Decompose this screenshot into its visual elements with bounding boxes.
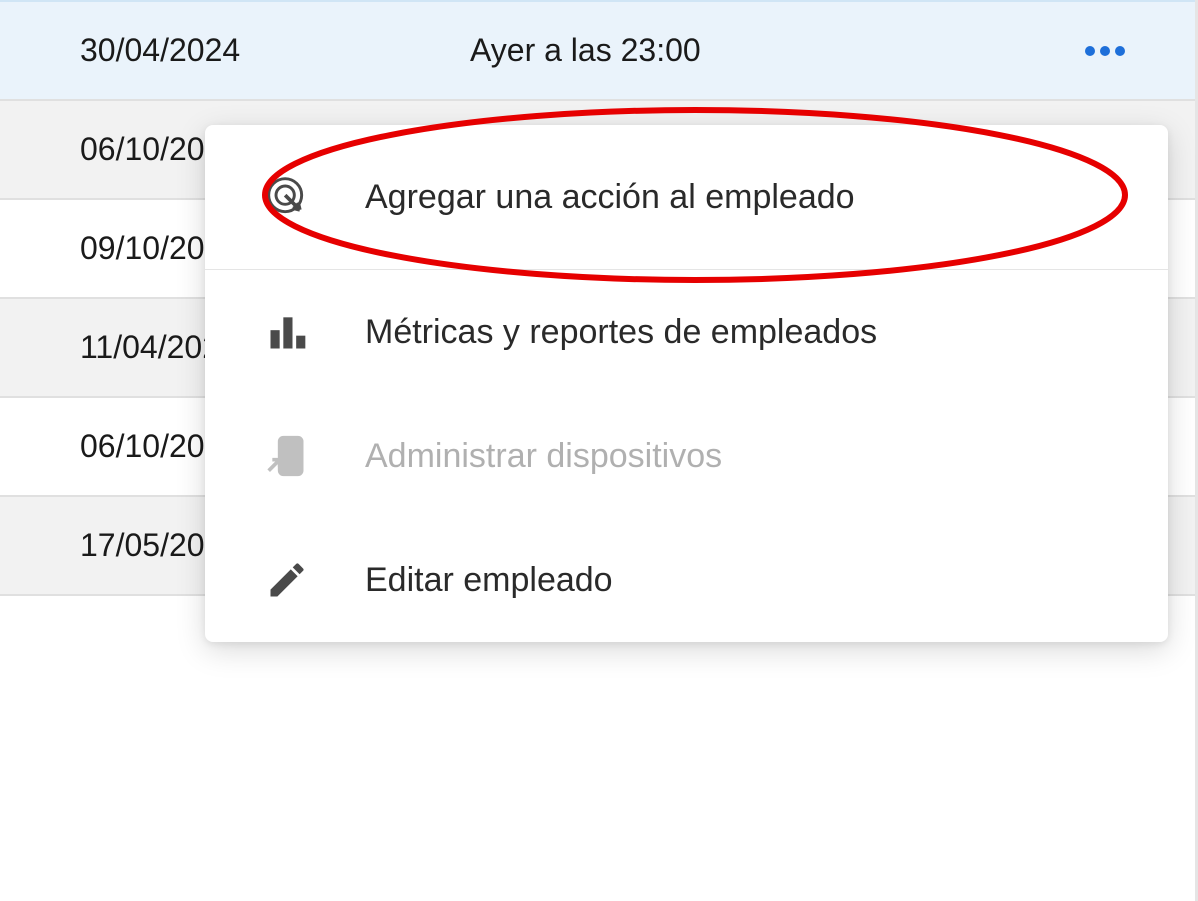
- bar-chart-icon: [265, 310, 325, 354]
- menu-item-edit-employee[interactable]: Editar empleado: [205, 518, 1168, 642]
- menu-item-label: Métricas y reportes de empleados: [365, 313, 877, 352]
- menu-item-label: Editar empleado: [365, 561, 613, 600]
- pencil-icon: [265, 558, 325, 602]
- time-cell: Ayer a las 23:00: [470, 32, 1055, 69]
- row-actions-button[interactable]: [1055, 46, 1155, 56]
- more-icon: [1085, 46, 1125, 56]
- date-cell: 30/04/2024: [80, 32, 470, 69]
- menu-item-manage-devices: Administrar dispositivos: [205, 394, 1168, 518]
- menu-item-metrics[interactable]: Métricas y reportes de empleados: [205, 270, 1168, 394]
- menu-item-label: Administrar dispositivos: [365, 437, 722, 476]
- context-menu: Agregar una acción al empleado Métricas …: [205, 125, 1168, 642]
- target-click-icon: [265, 175, 325, 219]
- device-shortcut-icon: [265, 434, 325, 478]
- menu-item-add-action[interactable]: Agregar una acción al empleado: [205, 125, 1168, 269]
- menu-item-label: Agregar una acción al empleado: [365, 178, 855, 217]
- table-row[interactable]: 30/04/2024 Ayer a las 23:00: [0, 0, 1195, 101]
